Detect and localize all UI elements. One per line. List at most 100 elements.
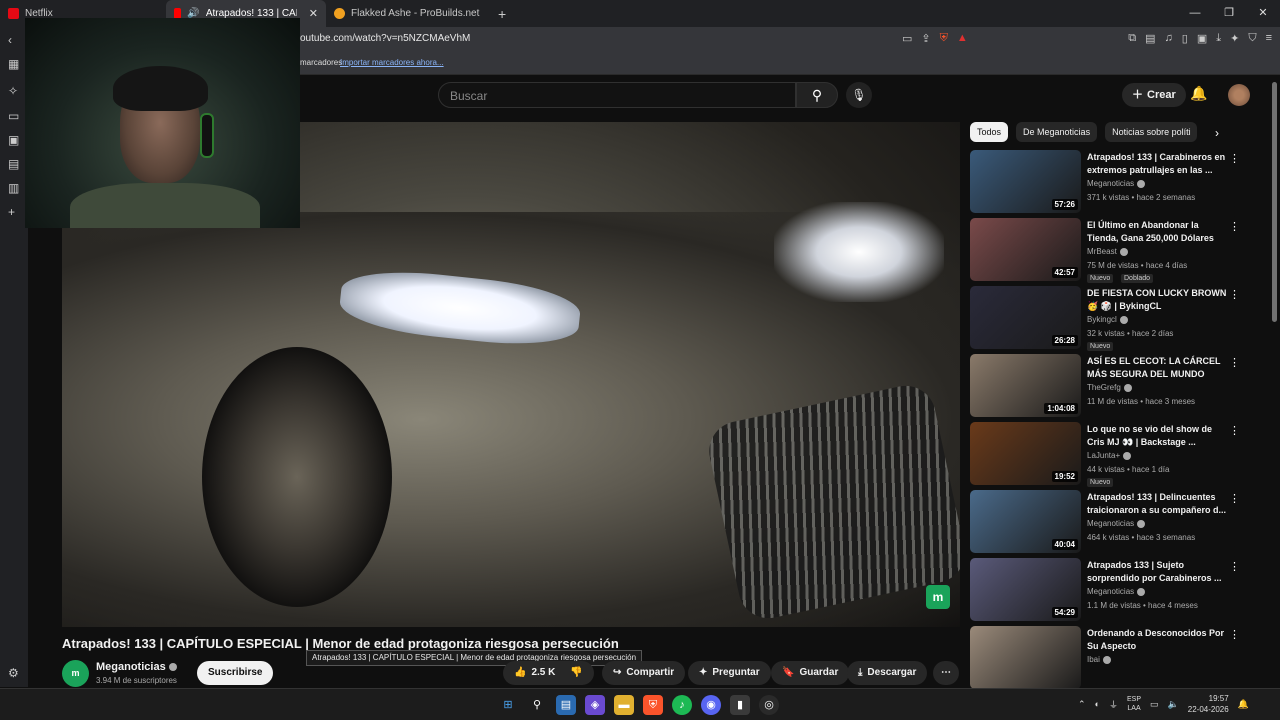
- clock[interactable]: 19:57 22-04-2026: [1188, 693, 1229, 715]
- add-icon[interactable]: +: [8, 205, 15, 219]
- video-thumbnail[interactable]: 40:04: [970, 490, 1081, 553]
- network-icon[interactable]: ▭: [1150, 699, 1159, 710]
- extensions-icon[interactable]: ⧉: [1128, 32, 1136, 45]
- menu-icon[interactable]: ≡: [1266, 32, 1272, 45]
- list-item[interactable]: 57:26 Atrapados! 133 | Carabineros en ex…: [970, 150, 1240, 218]
- rec-channel[interactable]: Meganoticias: [1087, 179, 1146, 188]
- file-explorer-icon[interactable]: ▬: [614, 695, 634, 715]
- copilot-icon[interactable]: ◈: [585, 695, 605, 715]
- tray-app-icon[interactable]: ◐: [1095, 699, 1100, 709]
- dislike-icon[interactable]: 👎: [570, 661, 582, 685]
- rec-channel[interactable]: LaJunta+: [1087, 451, 1132, 460]
- rec-title[interactable]: Ordenando a Desconocidos Por Su Aspecto: [1087, 627, 1227, 653]
- page-scrollbar[interactable]: [1272, 82, 1277, 322]
- wallet-icon[interactable]: ▣: [1197, 32, 1207, 45]
- mic-button[interactable]: 🎙: [846, 82, 872, 108]
- chevron-up-icon[interactable]: ⌃: [1078, 699, 1086, 710]
- chip-todos[interactable]: Todos: [970, 122, 1009, 142]
- video-thumbnail[interactable]: 57:26: [970, 150, 1081, 213]
- share-icon[interactable]: ⇪: [921, 32, 930, 45]
- app-icon[interactable]: ▮: [730, 695, 750, 715]
- settings-gear-icon[interactable]: ⚙: [8, 666, 19, 680]
- video-thumbnail[interactable]: 26:28: [970, 286, 1081, 349]
- usb-icon[interactable]: ⏚: [1109, 698, 1118, 711]
- reading-list-icon[interactable]: ▥: [8, 181, 19, 195]
- windows-start-icon[interactable]: ⊞: [498, 695, 518, 715]
- spotify-icon[interactable]: ♪: [672, 695, 692, 715]
- rec-title[interactable]: ASÍ ES EL CECOT: LA CÁRCEL MÁS SEGURA DE…: [1087, 355, 1227, 381]
- download-button[interactable]: ⤓ Descargar: [847, 661, 928, 685]
- video-thumbnail[interactable]: 1:04:08: [970, 354, 1081, 417]
- discord-icon[interactable]: ◉: [701, 695, 721, 715]
- rec-title[interactable]: Atrapados! 133 | Delincuentes traicionar…: [1087, 491, 1227, 517]
- maximize-button[interactable]: ❐: [1212, 0, 1246, 27]
- back-icon[interactable]: ‹: [8, 33, 12, 47]
- list-item[interactable]: 54:29 Atrapados 133 | Sujeto sorprendido…: [970, 558, 1240, 626]
- volume-icon[interactable]: 🔈: [1168, 699, 1179, 710]
- list-item[interactable]: 1:04:08 ASÍ ES EL CECOT: LA CÁRCEL MÁS S…: [970, 354, 1240, 422]
- video-thumbnail[interactable]: 54:29: [970, 558, 1081, 621]
- widgets-icon[interactable]: ▤: [556, 695, 576, 715]
- search-button[interactable]: ⚲: [796, 82, 838, 108]
- video-thumbnail[interactable]: 42:57: [970, 218, 1081, 281]
- more-options-icon[interactable]: ⋮: [1229, 220, 1240, 233]
- brave-browser-icon[interactable]: ⛨: [643, 695, 663, 715]
- new-tab-button[interactable]: +: [490, 6, 514, 22]
- create-button[interactable]: ＋ Crear: [1122, 83, 1186, 107]
- more-options-icon[interactable]: ⋮: [1229, 492, 1240, 505]
- tab-probuilds[interactable]: Flakked Ashe - ProBuilds.net: [326, 0, 490, 27]
- bell-icon[interactable]: 🔔: [1190, 85, 1207, 102]
- more-options-icon[interactable]: ⋮: [1229, 356, 1240, 369]
- rec-channel[interactable]: Bykingcl: [1087, 315, 1128, 324]
- rec-channel[interactable]: MrBeast: [1087, 247, 1128, 256]
- language-indicator[interactable]: ESP LAA: [1127, 695, 1141, 713]
- chip-meganoticias[interactable]: De Meganoticias: [1016, 122, 1098, 142]
- avatar[interactable]: [1228, 84, 1250, 106]
- download-icon[interactable]: ⤓: [1216, 32, 1221, 45]
- sidebar-icon[interactable]: ▯: [1182, 32, 1188, 45]
- reader-icon[interactable]: ▤: [1145, 32, 1155, 45]
- video-thumbnail[interactable]: 19:52: [970, 422, 1081, 485]
- vpn-icon[interactable]: ⛉: [1248, 32, 1256, 45]
- rec-title[interactable]: Atrapados 133 | Sujeto sorprendido por C…: [1087, 559, 1227, 585]
- rec-title[interactable]: El Último en Abandonar la Tienda, Gana 2…: [1087, 219, 1227, 245]
- notification-icon[interactable]: 🔔: [1238, 699, 1249, 710]
- brave-rewards-icon[interactable]: ▲: [957, 32, 968, 45]
- channel-avatar[interactable]: m: [62, 660, 89, 687]
- close-icon[interactable]: ✕: [309, 7, 318, 20]
- brave-shield-icon[interactable]: ⛨: [940, 32, 948, 45]
- wallet-sidebar-icon[interactable]: ▣: [8, 133, 19, 147]
- share-button[interactable]: ↪ Compartir: [602, 661, 686, 685]
- cast-icon[interactable]: ▭: [902, 32, 912, 45]
- search-taskbar-icon[interactable]: ⚲: [527, 695, 547, 715]
- apps-icon[interactable]: ▦: [8, 57, 19, 71]
- search-input[interactable]: Buscar: [438, 82, 796, 108]
- video-thumbnail[interactable]: [970, 626, 1081, 689]
- music-icon[interactable]: ♫: [1165, 32, 1173, 45]
- channel-name[interactable]: Meganoticias: [96, 661, 177, 673]
- chrome-icon[interactable]: ◎: [759, 695, 779, 715]
- bookmarks-sidebar-icon[interactable]: ▤: [8, 157, 19, 171]
- close-window-button[interactable]: ✕: [1246, 0, 1280, 27]
- list-item[interactable]: 26:28 DE FIESTA CON LUCKY BROWN 🥳 🎲 | By…: [970, 286, 1240, 354]
- ask-button[interactable]: ✦ Preguntar: [688, 661, 771, 685]
- more-options-icon[interactable]: ⋮: [1229, 424, 1240, 437]
- chevron-right-icon[interactable]: ›: [1215, 126, 1219, 140]
- save-button[interactable]: 🔖 Guardar: [771, 661, 850, 685]
- import-bookmarks-link[interactable]: Importar marcadores ahora...: [340, 58, 444, 67]
- leo-sidebar-icon[interactable]: ✧: [8, 84, 18, 98]
- url-field[interactable]: outube.com/watch?v=n5NZCMAeVhM: [300, 33, 470, 44]
- rec-channel[interactable]: TheGrefg: [1087, 383, 1132, 392]
- more-options-icon[interactable]: ⋮: [1229, 628, 1240, 641]
- rec-channel[interactable]: Meganoticias: [1087, 587, 1146, 596]
- rec-title[interactable]: Atrapados! 133 | Carabineros en extremos…: [1087, 151, 1227, 177]
- rec-title[interactable]: DE FIESTA CON LUCKY BROWN 🥳 🎲 | BykingCL: [1087, 287, 1227, 313]
- list-item[interactable]: Ordenando a Desconocidos Por Su Aspecto …: [970, 626, 1240, 694]
- media-icon[interactable]: ▭: [8, 109, 19, 123]
- rec-channel[interactable]: Ibai: [1087, 655, 1111, 664]
- chip-noticias-politica[interactable]: Noticias sobre políti: [1105, 122, 1198, 142]
- more-options-icon[interactable]: ⋮: [1229, 288, 1240, 301]
- rec-channel[interactable]: Meganoticias: [1087, 519, 1146, 528]
- more-options-icon[interactable]: ⋮: [1229, 152, 1240, 165]
- list-item[interactable]: 40:04 Atrapados! 133 | Delincuentes trai…: [970, 490, 1240, 558]
